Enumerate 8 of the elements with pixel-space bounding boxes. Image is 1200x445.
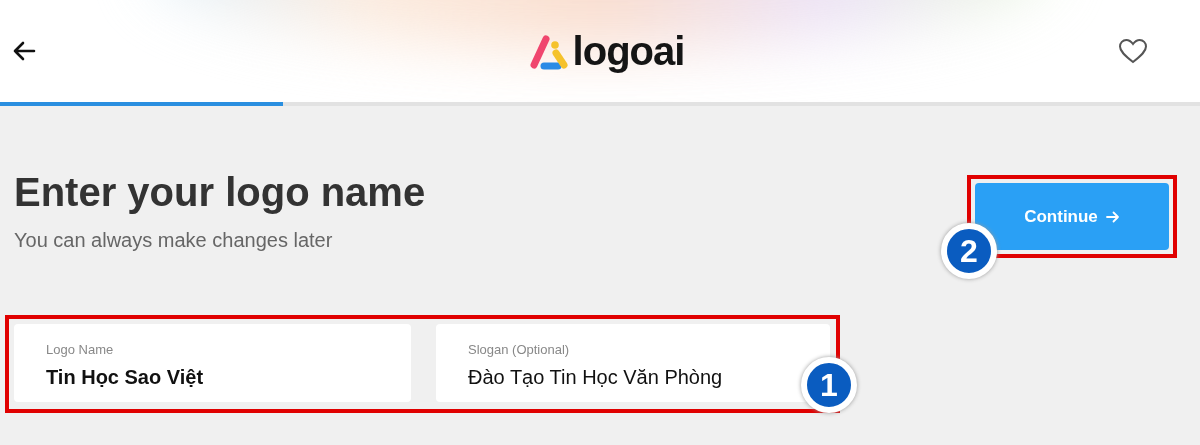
page-subtitle: You can always make changes later [14, 228, 334, 252]
page-heading: Enter your logo name [14, 169, 426, 216]
text-field[interactable]: Logo Name Tin Học Sao Việt [14, 324, 411, 402]
arrow-right-icon [1105, 210, 1120, 223]
logo-text: logoai [572, 31, 685, 71]
back-arrow-icon[interactable] [12, 41, 36, 61]
heart-icon[interactable] [1118, 38, 1148, 64]
step-badge: 2 [941, 223, 997, 279]
